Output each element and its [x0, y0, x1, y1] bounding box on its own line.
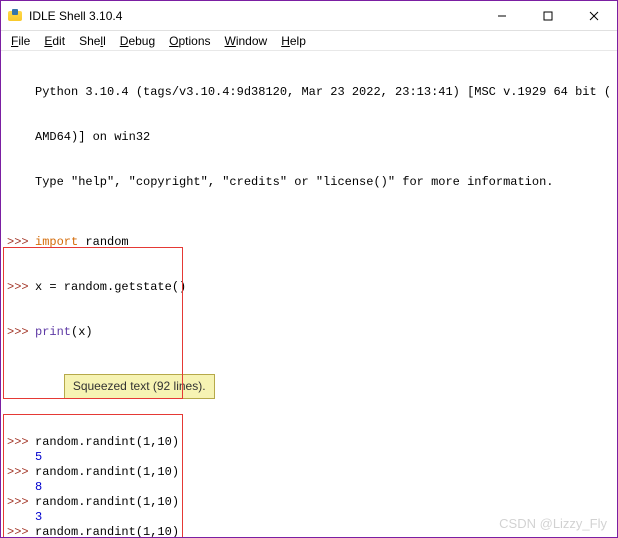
code-randint: random.randint(1,10)	[35, 525, 179, 537]
prompt: >>>	[7, 235, 35, 250]
squeezed-text-button[interactable]: Squeezed text (92 lines).	[64, 374, 215, 399]
menu-options[interactable]: Options	[163, 33, 216, 49]
code-randint: random.randint(1,10)	[35, 495, 179, 510]
window-controls	[479, 1, 617, 30]
prompt: >>>	[7, 525, 35, 537]
code-assign: x = random.getstate()	[35, 280, 186, 295]
maximize-icon	[543, 11, 553, 21]
prompt: >>>	[7, 325, 35, 340]
close-button[interactable]	[571, 1, 617, 30]
app-window: IDLE Shell 3.10.4 File Edit Shell Debug …	[0, 0, 618, 538]
menu-shell[interactable]: Shell	[73, 33, 112, 49]
minimize-icon	[497, 11, 507, 21]
randint-block-a: >>>random.randint(1,10)5>>>random.randin…	[7, 435, 611, 537]
close-icon	[589, 11, 599, 21]
minimize-button[interactable]	[479, 1, 525, 30]
menu-debug[interactable]: Debug	[114, 33, 161, 49]
menu-file[interactable]: File	[5, 33, 36, 49]
menu-help[interactable]: Help	[275, 33, 312, 49]
menubar: File Edit Shell Debug Options Window Hel…	[1, 31, 617, 51]
output-value: 8	[35, 480, 42, 495]
maximize-button[interactable]	[525, 1, 571, 30]
menu-window[interactable]: Window	[219, 33, 274, 49]
output-value: 3	[35, 510, 42, 525]
code-randint: random.randint(1,10)	[35, 435, 179, 450]
prompt: >>>	[7, 465, 35, 480]
titlebar: IDLE Shell 3.10.4	[1, 1, 617, 31]
shell-area[interactable]: Python 3.10.4 (tags/v3.10.4:9d38120, Mar…	[1, 51, 617, 537]
prompt: >>>	[7, 495, 35, 510]
idle-icon	[7, 8, 23, 24]
prompt: >>>	[7, 435, 35, 450]
banner-line: AMD64)] on win32	[35, 130, 150, 145]
prompt: >>>	[7, 280, 35, 295]
code-randint: random.randint(1,10)	[35, 465, 179, 480]
banner-line: Type "help", "copyright", "credits" or "…	[35, 175, 553, 190]
banner-line: Python 3.10.4 (tags/v3.10.4:9d38120, Mar…	[35, 85, 611, 100]
output-value: 5	[35, 450, 42, 465]
menu-edit[interactable]: Edit	[38, 33, 71, 49]
window-title: IDLE Shell 3.10.4	[29, 9, 479, 23]
code-import: import	[35, 235, 78, 250]
